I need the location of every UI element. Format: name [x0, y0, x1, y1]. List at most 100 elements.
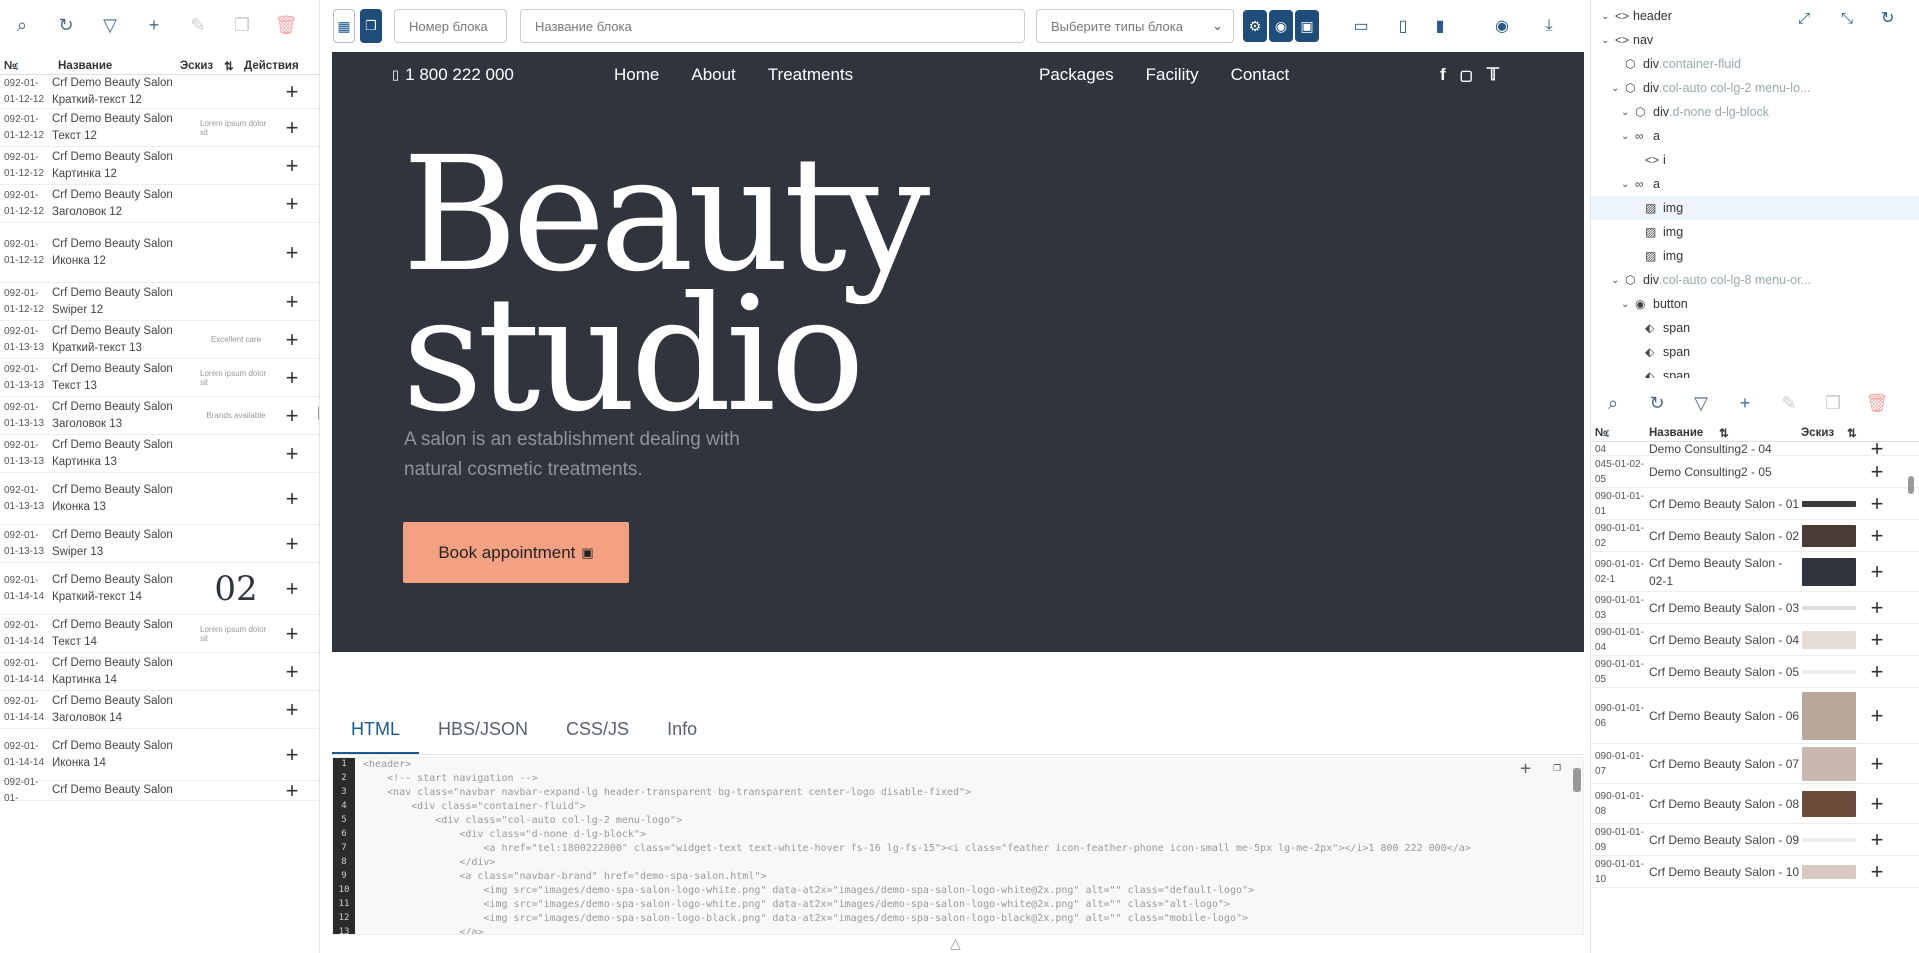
tablet-icon[interactable]: ▯ [1385, 9, 1421, 43]
instagram-icon[interactable]: ▢ [1460, 67, 1473, 84]
add-icon[interactable]: + [272, 698, 312, 721]
block-name-input[interactable]: Название блока [520, 9, 1025, 43]
block-number-input[interactable]: Номер блока [394, 9, 507, 43]
table-row[interactable]: 092-01-01-13-13 Crf Demo Beauty Salon Swi… [0, 525, 319, 563]
nav-link-home[interactable]: Home [614, 65, 659, 85]
table-row[interactable]: 090-01-01-04 Crf Demo Beauty Salon - 04 + [1591, 624, 1919, 656]
table-row[interactable]: 090-01-01-02-1 Crf Demo Beauty Salon - 02… [1591, 552, 1919, 592]
table-row[interactable]: 090-01-01-02 Crf Demo Beauty Salon - 02 + [1591, 520, 1919, 552]
refresh-icon[interactable]: ↻ [1635, 378, 1679, 428]
col-num[interactable]: № [0, 60, 17, 72]
twitter-icon[interactable]: 𝕋 [1487, 65, 1499, 85]
table-row[interactable]: 092-01-01-13-13 Crf Demo Beauty Salon Кра… [0, 321, 319, 359]
grid-icon[interactable]: ▦ [333, 9, 355, 43]
expand-icon[interactable]: ⤢ [1798, 10, 1810, 27]
table-row[interactable]: 04 Demo Consulting2 - 04 + [1591, 443, 1919, 460]
chevron-down-icon[interactable]: ⌄ [1601, 11, 1615, 22]
table-row[interactable]: 092-01-01-14-14 Crf Demo Beauty Salon Кра… [0, 563, 319, 615]
add-icon[interactable]: + [272, 366, 312, 389]
add-icon[interactable]: + [1857, 460, 1897, 483]
nav-link-about[interactable]: About [691, 65, 735, 85]
edit-icon[interactable]: ✎ [1767, 378, 1811, 428]
table-row[interactable]: 092-01-01-12-12 Crf Demo Beauty Salon Заг… [0, 185, 319, 223]
book-appointment-button[interactable]: Book appointment ▣ [403, 522, 629, 583]
add-icon[interactable]: + [1857, 443, 1897, 460]
table-row[interactable]: 090-01-01-03 Crf Demo Beauty Salon - 03 + [1591, 592, 1919, 624]
table-row[interactable]: 092-01-01-14-14 Crf Demo Beauty Salon Кар… [0, 653, 319, 691]
desktop-icon[interactable]: ▭ [1343, 9, 1379, 43]
refresh-icon[interactable]: ↻ [44, 0, 88, 50]
filter-icon[interactable]: ▽ [88, 0, 132, 50]
tree-node[interactable]: ▨ img [1591, 196, 1919, 220]
add-icon[interactable]: + [272, 577, 312, 600]
add-icon[interactable]: + [1857, 792, 1897, 815]
code-editor[interactable]: 1 <header> 2 <!-- start navigation --> 3 <n… [332, 757, 1584, 935]
sort-icon[interactable]: ⇅ [224, 59, 244, 73]
chevron-down-icon[interactable]: ⌄ [1601, 35, 1615, 46]
collapse-icon[interactable]: ⤡ [1841, 10, 1853, 27]
add-icon[interactable]: + [272, 532, 312, 555]
add-icon[interactable]: + [272, 241, 312, 264]
copy-icon[interactable]: ❐ [1811, 378, 1855, 428]
table-row[interactable]: 092-01-01-12-12 Crf Demo Beauty Salon Кра… [0, 75, 319, 109]
settings-icon[interactable]: ⚙ [1243, 10, 1267, 42]
table-row[interactable]: 090-01-01-01 Crf Demo Beauty Salon - 01 + [1591, 488, 1919, 520]
tree-node[interactable]: ⌄ <> nav [1601, 28, 1653, 52]
resize-handle-icon[interactable]: △ [950, 935, 961, 952]
table-row[interactable]: 092-01-01-14-14 Crf Demo Beauty Salon Ико… [0, 729, 319, 781]
save-icon[interactable]: ▣ [1295, 10, 1319, 42]
table-row[interactable]: 090-01-01-06 Crf Demo Beauty Salon - 06 + [1591, 688, 1919, 744]
sort-asc-icon[interactable]: ↨ [1605, 427, 1649, 439]
table-row[interactable]: 092-01-01-14-14 Crf Demo Beauty Salon Тек… [0, 615, 319, 653]
add-icon[interactable]: + [272, 487, 312, 510]
nav-link-contact[interactable]: Contact [1231, 65, 1290, 85]
sort-icon[interactable]: ⇅ [1847, 426, 1867, 440]
table-row[interactable]: 090-01-01-05 Crf Demo Beauty Salon - 05 + [1591, 656, 1919, 688]
table-row[interactable]: 092-01-01-12-12 Crf Demo Beauty Salon Тек… [0, 109, 319, 147]
tree-node[interactable]: ▨ img [1631, 220, 1683, 244]
tree-node[interactable]: ⌄ ∞ a [1621, 124, 1660, 148]
add-icon[interactable]: + [272, 743, 312, 766]
chevron-down-icon[interactable]: ⌄ [1611, 275, 1625, 286]
tree-node[interactable]: ⬖ span [1631, 316, 1690, 340]
sort-icon[interactable]: ⇅ [1719, 426, 1801, 440]
chevron-down-icon[interactable]: ⌄ [1621, 299, 1635, 310]
add-icon[interactable]: + [1857, 860, 1897, 883]
edit-icon[interactable]: ✎ [176, 0, 220, 50]
tree-node[interactable]: ⌄ ⬡ div .d-none d-lg-block [1621, 100, 1769, 124]
scrollbar[interactable] [318, 405, 319, 421]
add-icon[interactable]: + [272, 622, 312, 645]
add-icon[interactable]: + [1857, 524, 1897, 547]
copy-icon[interactable]: ❐ [1553, 760, 1561, 775]
table-row[interactable]: 092-01-01-13-13 Crf Demo Beauty Salon Ико… [0, 473, 319, 525]
tree-node[interactable]: ⌄ ∞ a [1621, 172, 1660, 196]
facebook-icon[interactable]: f [1440, 65, 1446, 85]
add-icon[interactable]: + [272, 404, 312, 427]
tree-node[interactable]: ⌄ ◉ button [1621, 292, 1688, 316]
tree-node[interactable]: ⬖ span [1631, 340, 1690, 364]
nav-link-facility[interactable]: Facility [1146, 65, 1199, 85]
tree-node[interactable]: ⌄ ⬡ div .col-auto col-lg-8 menu-or... [1611, 268, 1811, 292]
add-icon[interactable]: + [272, 660, 312, 683]
col-num[interactable]: № [1591, 427, 1608, 439]
tree-node[interactable]: ⌄ ⬡ div .col-auto col-lg-2 menu-lo... [1611, 76, 1810, 100]
sort-asc-icon[interactable]: ↨ [14, 60, 52, 72]
chevron-down-icon[interactable]: ⌄ [1621, 131, 1635, 142]
delete-icon[interactable]: 🗑 [1855, 378, 1899, 428]
table-row[interactable]: 090-01-01-07 Crf Demo Beauty Salon - 07 + [1591, 744, 1919, 784]
table-row[interactable]: 092-01-01- Crf Demo Beauty Salon + [0, 777, 319, 804]
table-row[interactable]: 090-01-01-10 Crf Demo Beauty Salon - 10 + [1591, 856, 1919, 888]
tab-hbs-json[interactable]: HBS/JSON [419, 719, 547, 754]
table-row[interactable]: 090-01-01-08 Crf Demo Beauty Salon - 08 + [1591, 784, 1919, 824]
col-name[interactable]: Название [1649, 427, 1719, 439]
phone-link[interactable]: ▯ 1 800 222 000 [392, 62, 514, 88]
add-icon[interactable]: + [1723, 378, 1767, 428]
copy-icon[interactable]: ❐ [220, 0, 264, 50]
code-scrollbar[interactable] [1573, 768, 1581, 792]
tree-node[interactable]: ⬡ div .container-fluid [1611, 52, 1741, 76]
mobile-icon[interactable]: ▮ [1422, 9, 1458, 43]
table-row[interactable]: 045-01-02-05 Demo Consulting2 - 05 + [1591, 456, 1919, 488]
table-row[interactable]: 092-01-01-14-14 Crf Demo Beauty Salon Заг… [0, 691, 319, 729]
table-row[interactable]: 092-01-01-13-13 Crf Demo Beauty Salon Тек… [0, 359, 319, 397]
add-icon[interactable]: + [272, 442, 312, 465]
